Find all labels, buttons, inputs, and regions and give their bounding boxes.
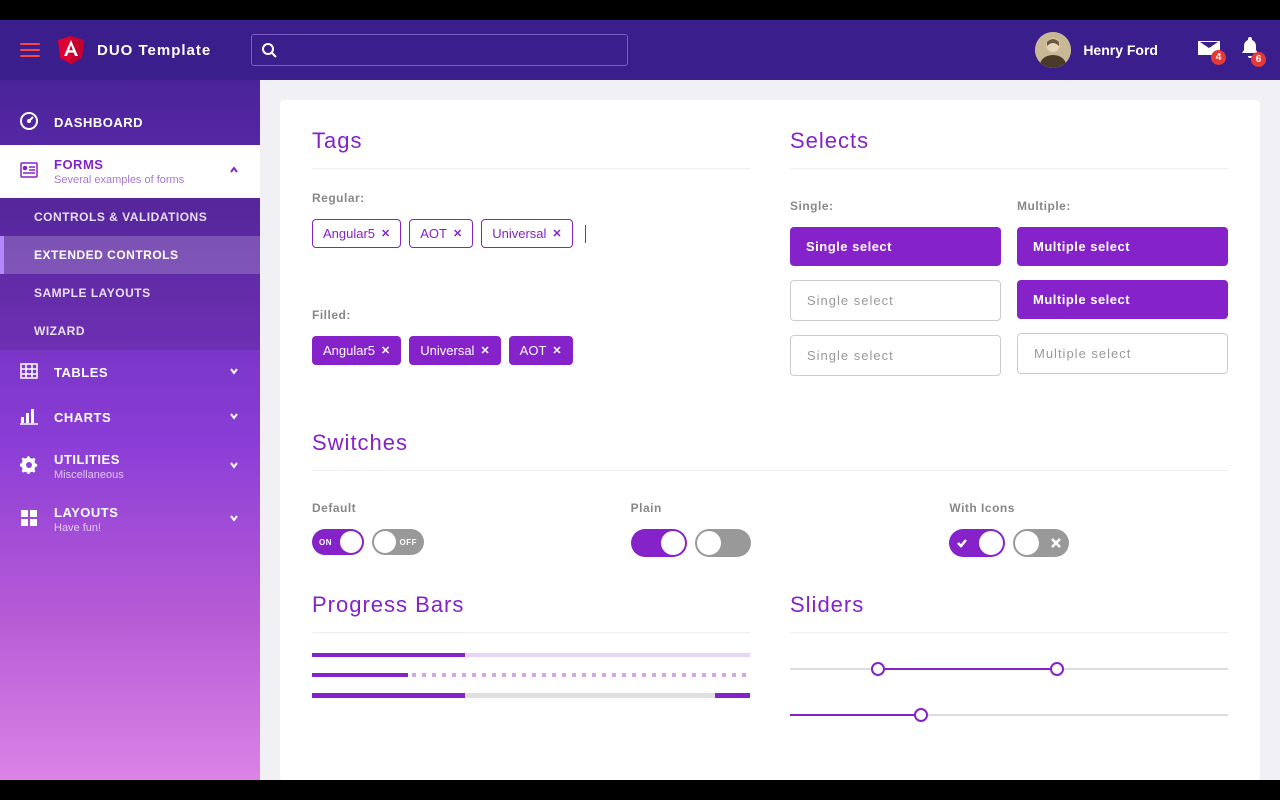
tags-filled-label: Filled:: [312, 308, 750, 322]
tag-remove-icon[interactable]: ✕: [381, 227, 390, 240]
tag-text: Universal: [420, 343, 474, 358]
main-content: Tags Regular: Angular5 ✕ AOT ✕ Universal ✕ Fi…: [260, 80, 1280, 800]
select-button[interactable]: Single select: [790, 280, 1001, 321]
search-input[interactable]: [251, 34, 628, 66]
sidebar-subitem[interactable]: SAMPLE LAYOUTS: [0, 274, 260, 312]
user-profile[interactable]: Henry Ford: [1035, 32, 1178, 68]
app-title: DUO Template: [97, 42, 211, 59]
close-icon: [1050, 537, 1062, 549]
charts-icon: [20, 407, 40, 428]
mail-badge: 4: [1211, 50, 1226, 65]
select-button[interactable]: Single select: [790, 335, 1001, 376]
select-button[interactable]: Multiple select: [1017, 280, 1228, 319]
switch-plain-off[interactable]: [695, 529, 751, 557]
switches-icons-label: With Icons: [949, 501, 1228, 515]
switch-icon-on[interactable]: [949, 529, 1005, 557]
switch-default-on[interactable]: ON: [312, 529, 364, 555]
switches-section-title: Switches: [312, 430, 1228, 471]
tag[interactable]: Angular5 ✕: [312, 336, 401, 365]
tag[interactable]: AOT ✕: [509, 336, 573, 365]
select-button[interactable]: Single select: [790, 227, 1001, 266]
sidebar-item-label: FORMS: [54, 157, 184, 172]
sidebar-item-utilities[interactable]: UTILITIES Miscellaneous: [0, 440, 260, 493]
tag-remove-icon[interactable]: ✕: [480, 344, 489, 357]
tables-icon: [20, 362, 40, 383]
hamburger-menu-icon[interactable]: [20, 39, 40, 61]
tag[interactable]: Angular5 ✕: [312, 219, 401, 248]
switches-plain-label: Plain: [631, 501, 910, 515]
tag-remove-icon[interactable]: ✕: [381, 344, 390, 357]
mail-icon[interactable]: 4: [1198, 39, 1220, 62]
username: Henry Ford: [1083, 42, 1158, 58]
sidebar-item-label: LAYOUTS: [54, 505, 118, 520]
slider-handle[interactable]: [1050, 662, 1064, 676]
bell-icon[interactable]: 6: [1240, 37, 1260, 64]
angular-logo-icon: [55, 34, 87, 66]
logo[interactable]: DUO Template: [55, 34, 211, 66]
tag-remove-icon[interactable]: ✕: [453, 227, 462, 240]
tags-section-title: Tags: [312, 128, 750, 169]
avatar: [1035, 32, 1071, 68]
sliders-section-title: Sliders: [790, 592, 1228, 633]
sidebar-item-label: UTILITIES: [54, 452, 124, 467]
sidebar-item-label: TABLES: [54, 365, 108, 380]
utilities-icon: [20, 456, 40, 477]
sidebar: DASHBOARD FORMS Several examples of forms…: [0, 80, 260, 800]
chevron-up-icon: [228, 164, 240, 179]
switches-default-label: Default: [312, 501, 591, 515]
tags-regular-list[interactable]: Angular5 ✕ AOT ✕ Universal ✕: [312, 219, 750, 248]
tags-regular-label: Regular:: [312, 191, 750, 205]
selects-single-label: Single:: [790, 199, 1001, 213]
progress-bar: [312, 653, 750, 657]
progress-bar: [312, 673, 750, 677]
chevron-down-icon: [228, 365, 240, 380]
slider-handle[interactable]: [871, 662, 885, 676]
forms-icon: [20, 161, 40, 182]
layouts-icon: [20, 509, 40, 530]
switch-icon-off[interactable]: [1013, 529, 1069, 557]
chevron-down-icon: [228, 410, 240, 425]
tag-remove-icon[interactable]: ✕: [552, 227, 561, 240]
sidebar-item-label: DASHBOARD: [54, 115, 143, 130]
tag-text: AOT: [420, 226, 447, 241]
tag-text: Angular5: [323, 226, 375, 241]
slider[interactable]: [790, 707, 1228, 723]
sidebar-subitem[interactable]: CONTROLS & VALIDATIONS: [0, 198, 260, 236]
sidebar-item-sub: Have fun!: [54, 522, 118, 534]
dashboard-icon: [20, 112, 40, 133]
sidebar-item-sub: Several examples of forms: [54, 174, 184, 186]
tag[interactable]: AOT ✕: [409, 219, 473, 248]
tag-remove-icon[interactable]: ✕: [552, 344, 561, 357]
sidebar-item-tables[interactable]: TABLES: [0, 350, 260, 395]
selects-section-title: Selects: [790, 128, 1228, 169]
select-button[interactable]: Multiple select: [1017, 333, 1228, 374]
tag-text: Universal: [492, 226, 546, 241]
tag-text: Angular5: [323, 343, 375, 358]
tags-filled-list[interactable]: Angular5 ✕ Universal ✕ AOT ✕: [312, 336, 750, 365]
sidebar-item-dashboard[interactable]: DASHBOARD: [0, 100, 260, 145]
header: DUO Template Henry Ford 4 6: [0, 20, 1280, 80]
chevron-down-icon: [228, 459, 240, 474]
progress-section-title: Progress Bars: [312, 592, 750, 633]
switch-plain-on[interactable]: [631, 529, 687, 557]
sidebar-item-forms[interactable]: FORMS Several examples of forms: [0, 145, 260, 198]
slider-handle[interactable]: [914, 708, 928, 722]
select-button[interactable]: Multiple select: [1017, 227, 1228, 266]
bell-badge: 6: [1251, 52, 1266, 67]
tag[interactable]: Universal ✕: [409, 336, 500, 365]
tag[interactable]: Universal ✕: [481, 219, 572, 248]
sidebar-item-layouts[interactable]: LAYOUTS Have fun!: [0, 493, 260, 546]
check-icon: [956, 537, 968, 549]
progress-bar: [312, 693, 750, 698]
sidebar-item-label: CHARTS: [54, 410, 111, 425]
sidebar-item-sub: Miscellaneous: [54, 469, 124, 481]
sidebar-subitem[interactable]: WIZARD: [0, 312, 260, 350]
sidebar-subitem[interactable]: EXTENDED CONTROLS: [0, 236, 260, 274]
tag-text: AOT: [520, 343, 547, 358]
selects-multiple-label: Multiple:: [1017, 199, 1228, 213]
sidebar-item-charts[interactable]: CHARTS: [0, 395, 260, 440]
slider[interactable]: [790, 661, 1228, 677]
chevron-down-icon: [228, 512, 240, 527]
switch-default-off[interactable]: OFF: [372, 529, 424, 555]
